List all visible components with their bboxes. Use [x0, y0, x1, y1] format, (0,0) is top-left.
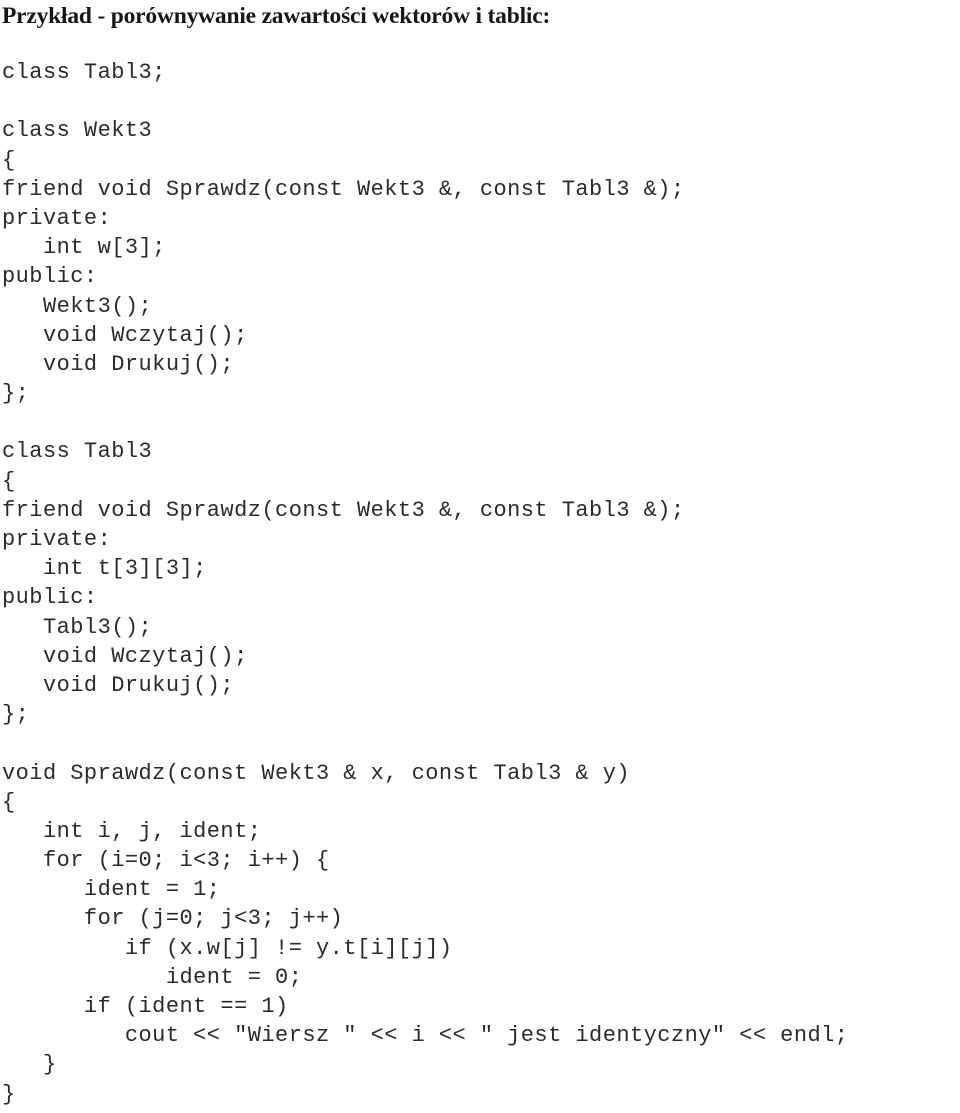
- document-page: Przykład - porównywanie zawartości wekto…: [0, 0, 960, 1113]
- page-title: Przykład - porównywanie zawartości wekto…: [2, 3, 551, 29]
- code-line: void Drukuj();: [2, 672, 235, 698]
- code-line: int t[3][3];: [2, 556, 207, 582]
- code-line: }: [2, 1052, 57, 1078]
- code-line: void Wczytaj();: [2, 643, 248, 669]
- code-line: for (i=0; i<3; i++) {: [2, 848, 330, 874]
- code-line: ident = 1;: [2, 877, 221, 903]
- code-line: };: [2, 702, 30, 728]
- code-line: private:: [2, 527, 112, 552]
- code-line: class Tabl3: [2, 439, 153, 465]
- code-line: public:: [2, 585, 98, 611]
- code-line: ident = 0;: [2, 964, 303, 990]
- code-line: for (j=0; j<3; j++): [2, 906, 344, 932]
- code-line: public:: [2, 264, 98, 290]
- code-line: if (ident == 1): [2, 994, 289, 1019]
- code-line: class Wekt3: [2, 118, 153, 144]
- code-line: private:: [2, 205, 112, 231]
- code-line: Wekt3();: [2, 293, 153, 319]
- code-listing: class Tabl3; class Wekt3 { friend void Spr…: [2, 58, 958, 1109]
- code-line: void Wczytaj();: [2, 322, 248, 348]
- code-line: friend void Sprawdz(const Wekt3 &, const…: [2, 176, 685, 202]
- code-line: int i, j, ident;: [2, 818, 262, 844]
- code-line: class Tabl3;: [2, 60, 166, 85]
- code-line: }: [2, 1081, 16, 1107]
- code-line: Tabl3();: [2, 614, 153, 640]
- code-line: void Drukuj();: [2, 351, 235, 377]
- code-line: cout << "Wiersz " << i << " jest identyc…: [2, 1023, 849, 1049]
- code-line: {: [2, 468, 16, 494]
- code-line: };: [2, 381, 30, 407]
- code-line: friend void Sprawdz(const Wekt3 &, const…: [2, 497, 685, 523]
- code-line: void Sprawdz(const Wekt3 & x, const Tabl…: [2, 760, 630, 786]
- code-line: {: [2, 789, 16, 815]
- code-line: int w[3];: [2, 235, 166, 261]
- code-line: if (x.w[j] != y.t[i][j]): [2, 935, 453, 961]
- code-line: {: [2, 147, 16, 173]
